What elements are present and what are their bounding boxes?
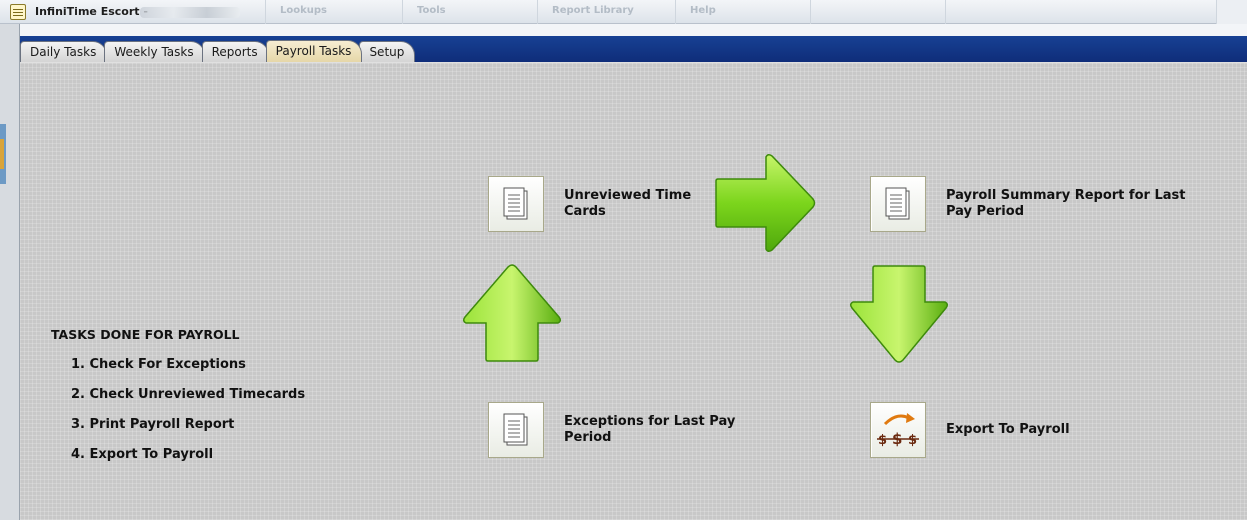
tasks-list-item: 1. Check For Exceptions <box>71 357 246 372</box>
unreviewed-timecards-button[interactable] <box>488 176 544 232</box>
svg-text:$: $ <box>908 433 917 448</box>
side-frame <box>0 24 20 520</box>
summary-label-line1: Payroll Summary Report for Last <box>946 188 1186 203</box>
export-button[interactable]: $ $ $ <box>870 402 926 458</box>
arrow-down-icon <box>849 265 949 363</box>
tab-weekly-tasks[interactable]: Weekly Tasks <box>104 41 205 62</box>
unreviewed-label-line1: Unreviewed Time <box>564 188 692 203</box>
export-item[interactable]: $ $ $ Export To Payroll <box>870 402 1186 458</box>
menu-bar: Lookups Tools Report Library Help <box>265 0 1015 24</box>
export-label[interactable]: Export To Payroll <box>946 422 1186 438</box>
payroll-summary-label[interactable]: Payroll Summary Report for Last Pay Peri… <box>946 188 1206 220</box>
side-accent-2 <box>0 139 4 169</box>
tab-setup[interactable]: Setup <box>359 41 416 62</box>
unreviewed-label-line2: Cards <box>564 204 606 219</box>
menu-tools[interactable]: Tools <box>402 0 537 24</box>
payroll-summary-item[interactable]: Payroll Summary Report for Last Pay Peri… <box>870 176 1206 232</box>
tasks-list-title: TASKS DONE FOR PAYROLL <box>51 327 240 342</box>
tasks-list-item: 4. Export To Payroll <box>71 447 214 462</box>
menu-spacer-2 <box>945 0 1015 24</box>
tasks-list-item: 2. Check Unreviewed Timecards <box>71 387 306 402</box>
window-controls-area <box>1216 0 1247 24</box>
tab-payroll-tasks[interactable]: Payroll Tasks <box>265 40 363 62</box>
menu-report-library[interactable]: Report Library <box>537 0 675 24</box>
tab-reports[interactable]: Reports <box>201 41 269 62</box>
exceptions-button[interactable] <box>488 402 544 458</box>
tasks-list-item: 3. Print Payroll Report <box>71 417 235 432</box>
menu-spacer <box>810 0 945 24</box>
menu-help[interactable]: Help <box>675 0 810 24</box>
arrow-right-icon <box>715 153 816 253</box>
menu-lookups[interactable]: Lookups <box>265 0 402 24</box>
title-bar: InfiniTime Escort - Lookups Tools Report… <box>0 0 1247 24</box>
svg-text:$: $ <box>878 433 887 448</box>
exceptions-item[interactable]: Exceptions for Last Pay Period <box>488 402 804 458</box>
document-icon <box>503 187 528 220</box>
tab-strip: Daily Tasks Weekly Tasks Reports Payroll… <box>20 40 416 62</box>
exceptions-label-line1: Exceptions for Last Pay <box>564 414 736 429</box>
export-label-line1: Export To Payroll <box>946 422 1070 437</box>
title-redacted <box>140 7 240 18</box>
payroll-summary-button[interactable] <box>870 176 926 232</box>
money-transfer-icon: $ $ $ <box>877 413 919 448</box>
summary-label-line2: Pay Period <box>946 204 1024 219</box>
app-icon <box>10 4 26 20</box>
app-title: InfiniTime Escort - <box>35 5 148 18</box>
exceptions-label-line2: Period <box>564 430 612 445</box>
tab-band-top <box>20 24 1247 36</box>
document-icon <box>885 187 910 220</box>
exceptions-label[interactable]: Exceptions for Last Pay Period <box>564 414 804 446</box>
tab-daily-tasks[interactable]: Daily Tasks <box>20 41 108 62</box>
document-icon <box>503 413 528 446</box>
arrow-up-icon <box>462 264 562 362</box>
